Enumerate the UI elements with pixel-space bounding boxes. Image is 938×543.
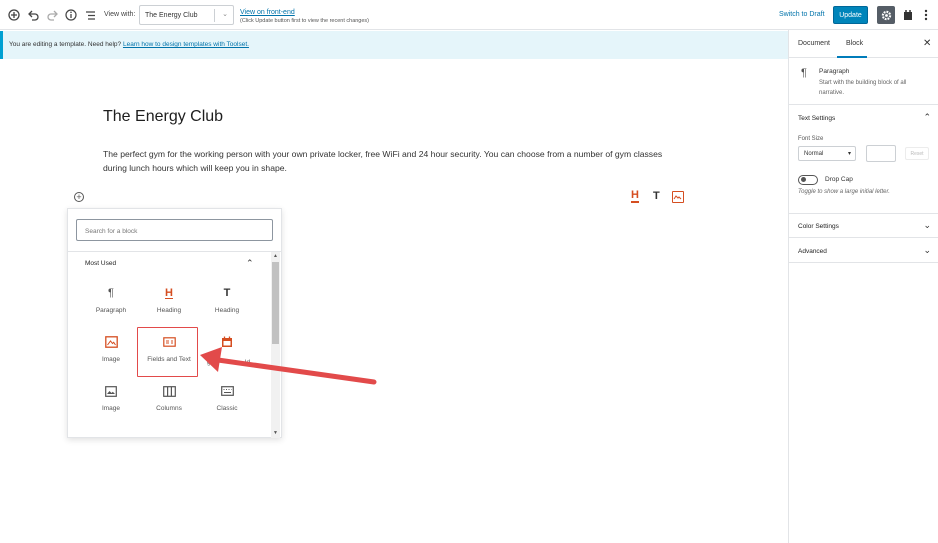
block-search-input[interactable]: Search for a block <box>76 219 273 241</box>
toolset-heading-icon: H <box>165 286 173 299</box>
text-settings-panel-toggle[interactable]: Text Settings ⌃ <box>789 106 938 130</box>
block-item-columns[interactable]: Columns <box>140 381 198 427</box>
advanced-panel-toggle[interactable]: Advanced ⌄ <box>789 239 938 263</box>
block-card: ¶ Paragraph Start with the building bloc… <box>789 59 938 105</box>
drop-cap-label: Drop Cap <box>825 176 853 183</box>
drop-cap-help: Toggle to show a large initial letter. <box>798 189 890 195</box>
block-item-label: Paragraph <box>95 307 127 314</box>
font-size-reset-button[interactable]: Reset <box>905 147 929 160</box>
block-item-image[interactable]: Image <box>82 381 140 427</box>
block-card-title: Paragraph <box>819 68 850 75</box>
notice-help-link[interactable]: Learn how to design templates with Tools… <box>123 41 249 48</box>
block-item-label: Image <box>101 356 121 363</box>
scrollbar-thumb[interactable] <box>272 262 279 344</box>
panel-title: Color Settings <box>798 223 839 230</box>
scroll-down-arrow-icon[interactable]: ▼ <box>273 430 278 436</box>
select-separator <box>214 9 215 22</box>
editor-toolbar: View with: The Energy Club ⌄ View on fro… <box>0 0 938 30</box>
fields-and-text-highlight-box <box>137 327 198 377</box>
block-item-toolset-heading[interactable]: H Heading <box>140 283 198 329</box>
font-size-label: Font Size <box>798 136 824 142</box>
color-settings-panel-toggle[interactable]: Color Settings ⌄ <box>789 214 938 238</box>
template-notice: You are editing a template. Need help? L… <box>0 31 788 59</box>
divider <box>68 251 281 252</box>
obscured-block-label: gle <box>207 359 216 366</box>
block-item-classic[interactable]: Classic <box>198 381 256 427</box>
view-with-label: View with: <box>104 11 136 18</box>
template-select[interactable]: The Energy Club ⌄ <box>139 5 234 25</box>
sidebar-tabs: Document Block ✕ <box>789 30 938 58</box>
keyboard-icon <box>198 381 256 401</box>
panel-title: Text Settings <box>798 115 836 122</box>
chevron-down-icon: ⌄ <box>222 11 228 18</box>
paragraph-icon: ¶ <box>108 287 114 299</box>
info-icon[interactable] <box>63 7 79 23</box>
block-item-label: Heading <box>214 307 240 314</box>
heading-shortcut-icon[interactable]: T <box>653 190 660 202</box>
more-menu-icon[interactable] <box>918 7 934 23</box>
most-used-heading[interactable]: Most Used <box>85 260 116 267</box>
close-icon[interactable]: ✕ <box>923 38 931 49</box>
toolset-heading-shortcut-icon[interactable]: H <box>631 190 639 203</box>
block-item-paragraph[interactable]: ¶ Paragraph <box>82 283 140 329</box>
toolset-image-shortcut-icon[interactable] <box>672 191 684 203</box>
template-select-value: The Energy Club <box>145 12 198 19</box>
calendar-icon <box>198 332 256 352</box>
chevron-down-icon: ⌄ <box>923 220 931 230</box>
block-item-label: Image <box>101 405 121 412</box>
paragraph-block[interactable]: The perfect gym for the working person w… <box>103 147 683 175</box>
toolset-icon[interactable] <box>900 7 916 23</box>
tab-block[interactable]: Block <box>846 40 863 47</box>
block-item-label: Columns <box>156 405 182 412</box>
block-item-heading[interactable]: T Heading <box>198 283 256 329</box>
switch-to-draft-button[interactable]: Switch to Draft <box>779 11 825 18</box>
font-size-value: Normal <box>804 151 824 157</box>
view-front-end-hint: (Click Update button first to view the r… <box>240 18 370 24</box>
heading-icon: T <box>223 287 231 299</box>
view-front-end-link[interactable]: View on front-end <box>240 9 295 16</box>
chevron-down-icon: ▾ <box>847 151 851 157</box>
block-item-label: Heading <box>156 307 182 314</box>
add-block-icon[interactable] <box>6 7 22 23</box>
update-button[interactable]: Update <box>833 6 868 24</box>
chevron-up-icon: ⌃ <box>923 112 931 122</box>
toolset-image-icon <box>82 332 140 352</box>
paragraph-icon: ¶ <box>801 67 807 79</box>
block-inserter-popover: Search for a block Most Used ⌃ ▲ ▼ ¶ Par… <box>67 208 282 438</box>
settings-button[interactable] <box>877 6 895 24</box>
inline-inserter-button[interactable]: + <box>74 192 84 202</box>
block-navigation-icon[interactable] <box>82 7 98 23</box>
columns-icon <box>140 381 198 401</box>
redo-icon[interactable] <box>44 7 60 23</box>
active-tab-indicator <box>837 56 867 58</box>
notice-text: You are editing a template. Need help? <box>9 41 122 48</box>
block-item-label: Classic <box>216 405 238 412</box>
toggle-knob <box>801 177 806 182</box>
font-size-select[interactable]: Normal ▾ <box>798 146 856 161</box>
block-card-description: Start with the building block of all nar… <box>819 80 907 96</box>
custom-font-size-input[interactable] <box>866 145 896 162</box>
undo-icon[interactable] <box>25 7 41 23</box>
image-icon <box>82 381 140 401</box>
chevron-up-icon[interactable]: ⌃ <box>246 258 254 269</box>
scroll-up-arrow-icon[interactable]: ▲ <box>273 253 278 259</box>
block-item-toolset-image[interactable]: Image <box>82 332 140 378</box>
post-title[interactable]: The Energy Club <box>103 108 223 126</box>
block-item-calendar[interactable] <box>198 332 256 378</box>
settings-sidebar: Document Block ✕ ¶ Paragraph Start with … <box>788 30 938 543</box>
gear-icon <box>881 10 891 20</box>
panel-title: Advanced <box>798 248 827 255</box>
drop-cap-toggle[interactable] <box>798 175 818 185</box>
inserter-scrollbar[interactable]: ▲ ▼ <box>271 252 280 438</box>
obscured-block-label: ld <box>245 359 251 366</box>
chevron-down-icon: ⌄ <box>923 245 931 255</box>
tab-document[interactable]: Document <box>798 40 830 47</box>
